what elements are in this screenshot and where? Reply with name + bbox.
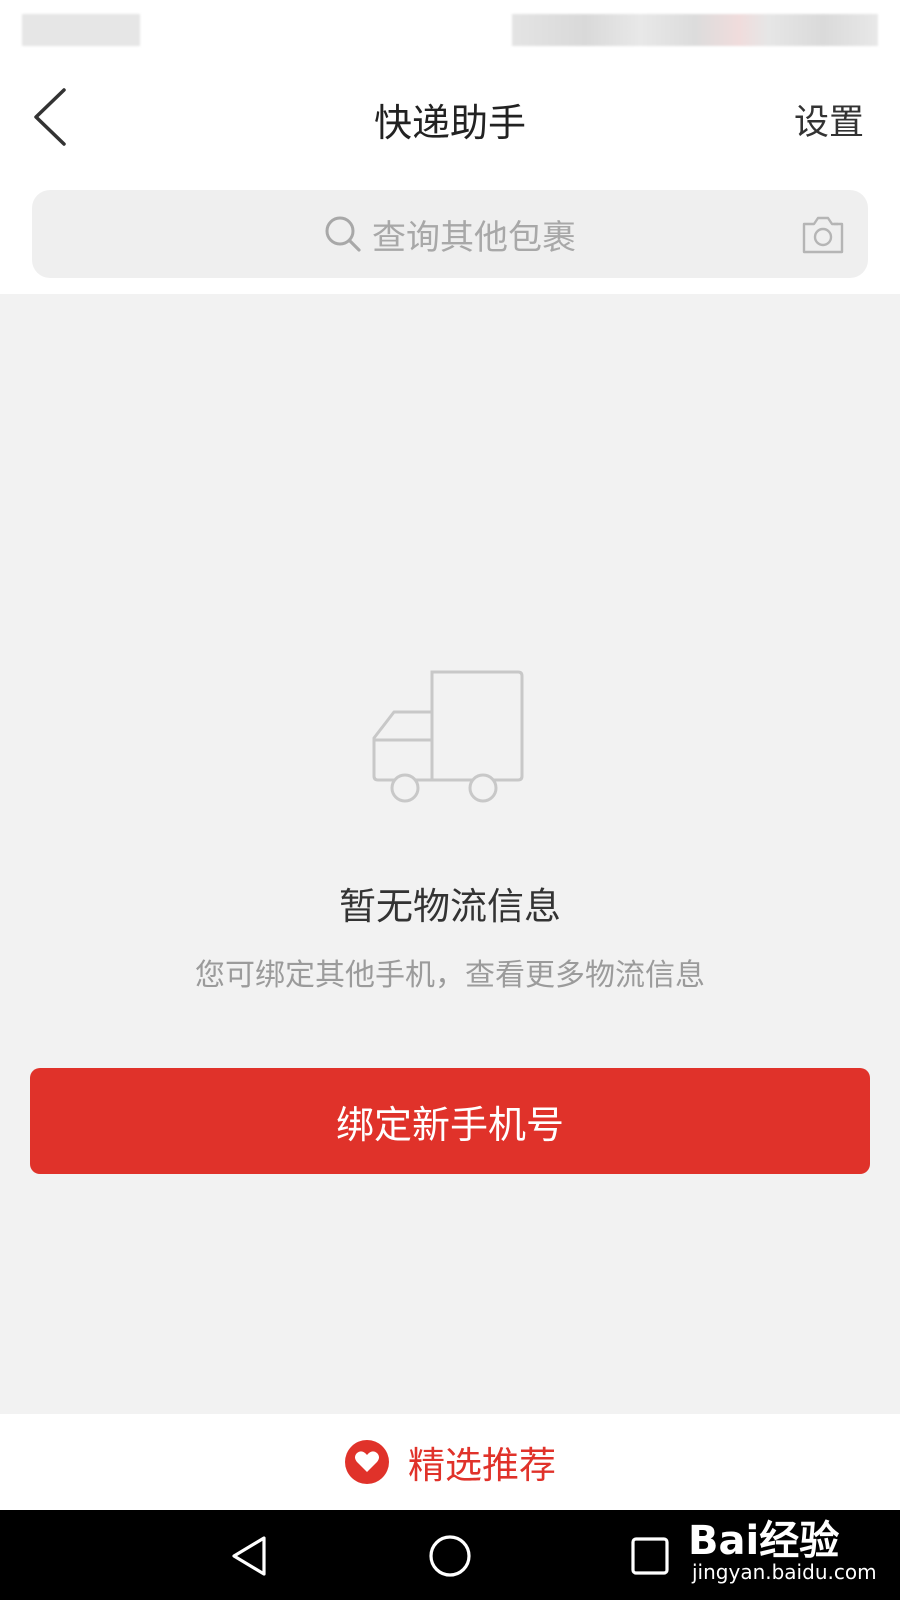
heart-icon: [345, 1440, 389, 1484]
camera-button[interactable]: [800, 212, 846, 256]
page-title: 快递助手: [373, 101, 526, 145]
search-area: 查询其他包裹: [0, 174, 900, 294]
header: 快递助手 设置: [0, 62, 900, 174]
circle-home-icon: [429, 1535, 471, 1577]
settings-button[interactable]: 设置: [794, 94, 864, 145]
status-bar-right-blurred: [512, 14, 878, 46]
back-arrow-icon: [34, 88, 66, 146]
bind-new-phone-button[interactable]: 绑定新手机号: [30, 1068, 870, 1174]
back-button[interactable]: [28, 82, 78, 152]
system-nav-bar: [0, 1510, 900, 1600]
search-placeholder: 查询其他包裹: [372, 217, 576, 258]
recommend-label: 精选推荐: [408, 1444, 556, 1487]
search-input[interactable]: 查询其他包裹: [32, 190, 868, 278]
square-recent-icon: [631, 1537, 669, 1575]
nav-back-button[interactable]: [222, 1528, 278, 1584]
empty-state-title: 暂无物流信息: [339, 885, 561, 928]
camera-icon: [802, 216, 844, 254]
status-bar: [0, 0, 900, 62]
status-bar-left-blurred: [22, 14, 140, 46]
search-icon: [325, 216, 361, 252]
nav-home-button[interactable]: [422, 1528, 478, 1584]
truck-icon: [372, 670, 524, 803]
triangle-back-icon: [232, 1536, 266, 1576]
nav-recent-button[interactable]: [622, 1528, 678, 1584]
content-area: 暂无物流信息 您可绑定其他手机，查看更多物流信息 绑定新手机号: [0, 294, 900, 1414]
search-center: 查询其他包裹: [32, 190, 868, 278]
empty-state-subtitle: 您可绑定其他手机，查看更多物流信息: [195, 958, 705, 993]
screen: 快递助手 设置 查询其他包裹 暂无物流信息 您可绑定其他手机，查看更多物流信息 …: [0, 0, 900, 1600]
recommend-tab[interactable]: 精选推荐: [0, 1414, 900, 1510]
